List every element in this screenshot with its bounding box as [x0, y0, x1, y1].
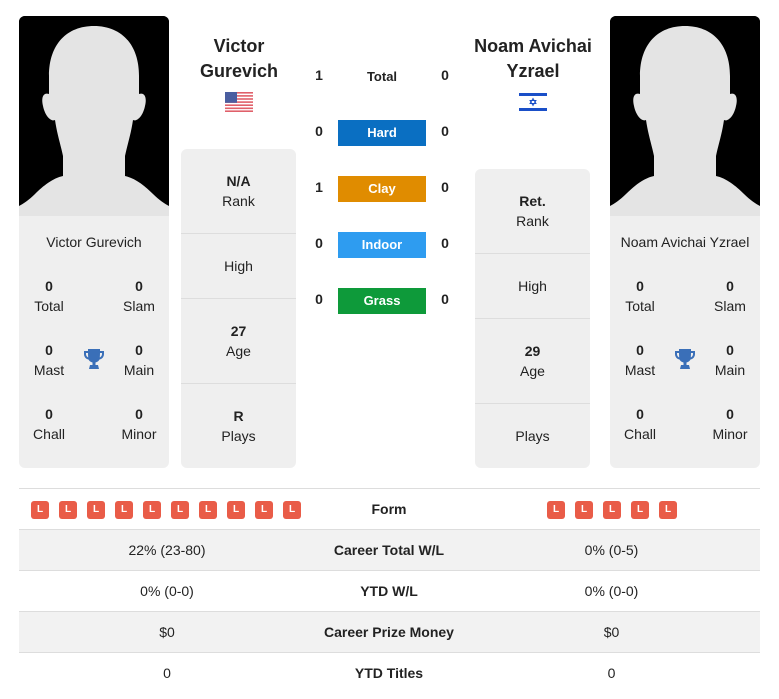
player-right-name[interactable]: Noam Avichai Yzrael	[463, 34, 603, 84]
form-result-badge[interactable]: L	[659, 501, 677, 519]
usa-flag-icon	[225, 92, 253, 112]
row-label: Career Prize Money	[324, 624, 454, 640]
plays-cell: R Plays	[181, 383, 296, 468]
titles-mast: 0 Mast	[33, 342, 65, 378]
player-right-photo	[610, 16, 760, 216]
surface-clay-button[interactable]: Clay	[338, 176, 426, 202]
surface-indoor-button[interactable]: Indoor	[338, 232, 426, 258]
avatar-silhouette-icon	[610, 16, 760, 216]
titles-total: 0 Total	[34, 278, 64, 314]
h2h-grass-row: 0 Grass 0	[300, 286, 475, 314]
player-left-titles-card: Victor Gurevich 0 Total 0 Slam 0 Mast 0 Main…	[19, 216, 169, 468]
form-right-badges: LLLLL	[547, 501, 677, 519]
left-value: $0	[159, 624, 175, 640]
trophy-icon	[84, 349, 104, 369]
player-left-info-panel: N/A Rank High 27 Age R Plays	[181, 149, 296, 468]
row-label: Career Total W/L	[333, 542, 445, 558]
h2h-hard-row: 0 Hard 0	[300, 118, 475, 146]
player-right-info-panel: Ret. Rank High 29 Age Plays	[475, 169, 590, 468]
form-result-badge[interactable]: L	[115, 501, 133, 519]
right-value: $0	[603, 624, 620, 640]
form-result-badge[interactable]: L	[31, 501, 49, 519]
titles-main: 0 Main	[714, 342, 746, 378]
player-left-card-name[interactable]: Victor Gurevich	[19, 234, 169, 250]
rank-cell: Ret. Rank	[516, 193, 549, 229]
h2h-label-total: Total	[366, 69, 398, 84]
form-result-badge[interactable]: L	[575, 501, 593, 519]
left-value: 0	[163, 665, 171, 681]
age-cell: 27 Age	[181, 298, 296, 383]
form-result-badge[interactable]: L	[227, 501, 245, 519]
titles-chall: 0 Chall	[33, 406, 65, 442]
form-result-badge[interactable]: L	[603, 501, 621, 519]
form-result-badge[interactable]: L	[143, 501, 161, 519]
form-result-badge[interactable]: L	[283, 501, 301, 519]
right-value: 0% (0-0)	[584, 583, 639, 599]
form-result-badge[interactable]: L	[59, 501, 77, 519]
h2h-clay-row: 1 Clay 0	[300, 174, 475, 202]
row-label: Form	[371, 501, 407, 517]
titles-total: 0 Total	[625, 278, 655, 314]
avatar-silhouette-icon	[19, 16, 169, 216]
titles-chall: 0 Chall	[624, 406, 656, 442]
row-label: YTD Titles	[354, 665, 424, 681]
player-left-name[interactable]: Victor Gurevich	[169, 34, 309, 84]
titles-slam: 0 Slam	[714, 278, 746, 314]
plays-cell: Plays	[475, 403, 590, 468]
form-result-badge[interactable]: L	[171, 501, 189, 519]
titles-main: 0 Main	[123, 342, 155, 378]
table-row: 22% (23-80) Career Total W/L 0% (0-5)	[19, 530, 760, 571]
titles-minor: 0 Minor	[712, 406, 748, 442]
form-result-badge[interactable]: L	[631, 501, 649, 519]
player-right-titles-card: Noam Avichai Yzrael 0 Total 0 Slam 0 Mast 0…	[610, 216, 760, 468]
form-row: LLLLLLLLLL Form LLLLL	[19, 489, 760, 530]
israel-flag-icon	[519, 92, 547, 112]
row-label: YTD W/L	[360, 583, 418, 599]
rank-cell: N/A Rank	[222, 173, 255, 209]
table-row: 0 YTD Titles 0	[19, 653, 760, 694]
left-value: 0% (0-0)	[140, 583, 194, 599]
titles-minor: 0 Minor	[121, 406, 157, 442]
form-left-badges: LLLLLLLLLL	[31, 501, 301, 519]
table-row: 0% (0-0) YTD W/L 0% (0-0)	[19, 571, 760, 612]
player-right-card-name[interactable]: Noam Avichai Yzrael	[610, 234, 760, 250]
form-result-badge[interactable]: L	[87, 501, 105, 519]
trophy-icon	[675, 349, 695, 369]
player-left-photo	[19, 16, 169, 216]
right-value: 0	[607, 665, 616, 681]
form-result-badge[interactable]: L	[199, 501, 217, 519]
surface-hard-button[interactable]: Hard	[338, 120, 426, 146]
high-cell: High	[475, 253, 590, 318]
surface-grass-button[interactable]: Grass	[338, 288, 426, 314]
table-row: $0 Career Prize Money $0	[19, 612, 760, 653]
comparison-table: LLLLLLLLLL Form LLLLL 22% (23-80) Career…	[19, 488, 760, 694]
high-cell: High	[181, 233, 296, 298]
h2h-total-row: 1 Total 0	[300, 62, 475, 88]
age-cell: 29 Age	[475, 318, 590, 403]
titles-slam: 0 Slam	[123, 278, 155, 314]
form-result-badge[interactable]: L	[255, 501, 273, 519]
titles-mast: 0 Mast	[624, 342, 656, 378]
right-value: 0% (0-5)	[584, 542, 639, 558]
left-value: 22% (23-80)	[128, 542, 206, 558]
h2h-indoor-row: 0 Indoor 0	[300, 230, 475, 258]
form-result-badge[interactable]: L	[547, 501, 565, 519]
